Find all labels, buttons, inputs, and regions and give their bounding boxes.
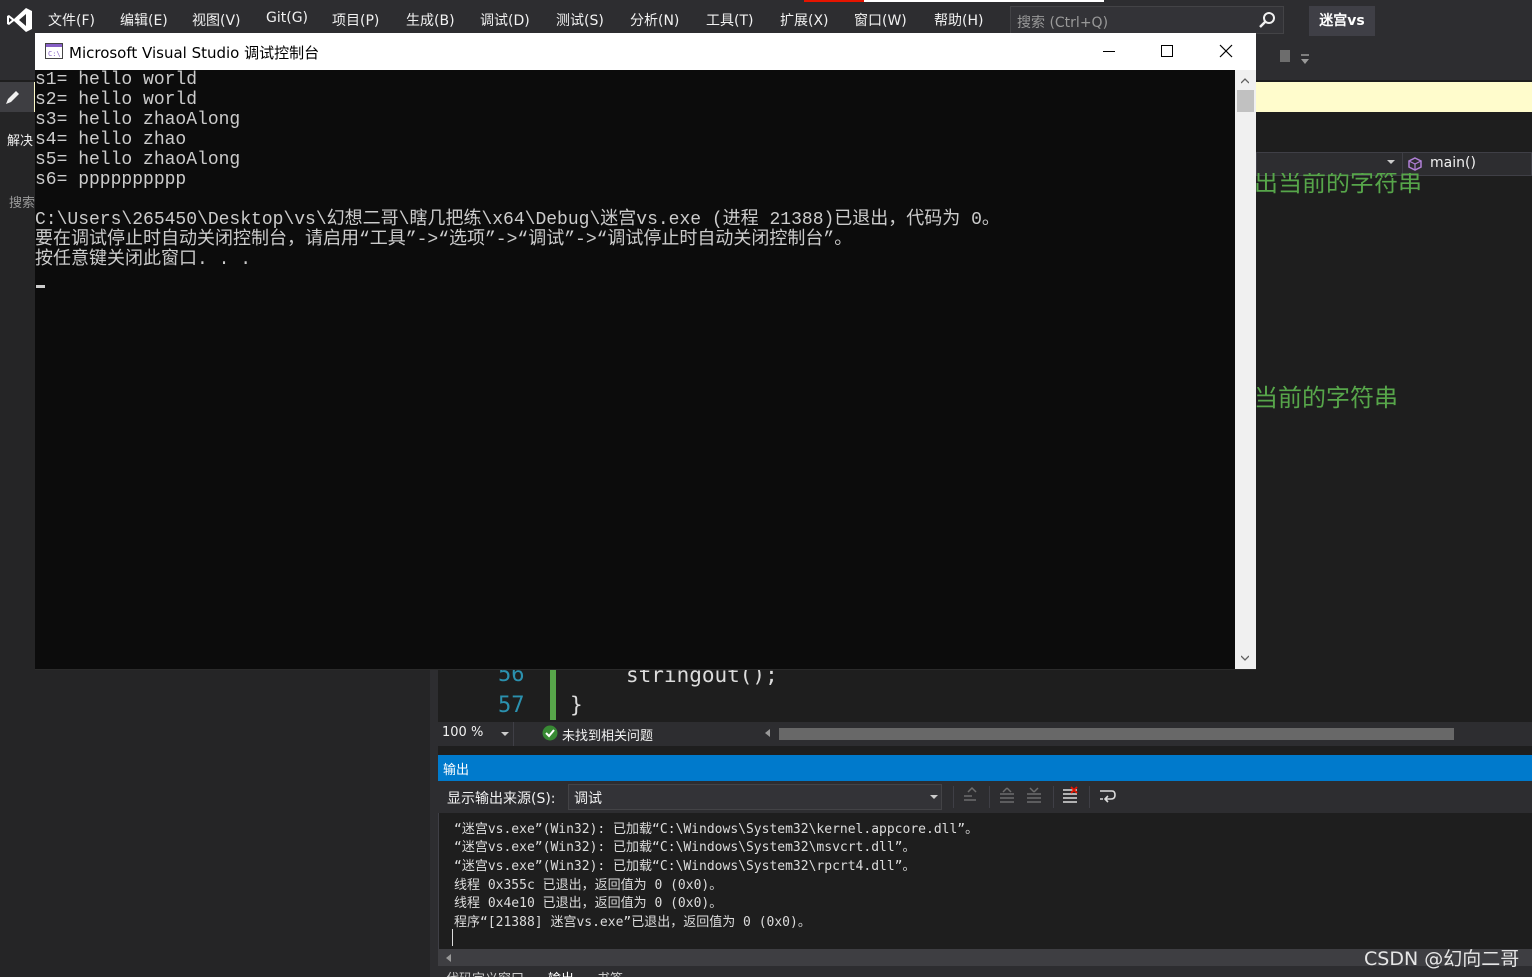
- solution-explorer-search[interactable]: 搜索: [9, 192, 35, 211]
- menu-analyze[interactable]: 分析(N): [630, 10, 679, 30]
- minimize-icon[interactable]: [1080, 33, 1138, 70]
- chevron-down-icon[interactable]: [930, 795, 938, 799]
- svg-text:C:\: C:\: [48, 50, 61, 58]
- menu-file[interactable]: 文件(F): [48, 10, 95, 30]
- text-caret: [452, 929, 453, 946]
- check-circle-icon: [542, 725, 558, 741]
- function-icon: [1408, 157, 1422, 171]
- menu-edit[interactable]: 编辑(E): [120, 10, 168, 30]
- menu-tools[interactable]: 工具(T): [706, 10, 753, 30]
- toolbar-separator: [989, 786, 990, 808]
- output-line: 程序“[21388] 迷宫vs.exe”已退出，返回值为 0 (0x0)。: [454, 915, 811, 930]
- tab-bookmarks[interactable]: 书签: [597, 968, 623, 977]
- console-vertical-scrollbar[interactable]: [1235, 70, 1256, 669]
- solution-name-badge: 迷宫vs: [1309, 6, 1375, 36]
- output-line: “迷宫vs.exe”(Win32): 已加载“C:\Windows\System…: [454, 822, 979, 837]
- close-icon[interactable]: [1197, 33, 1255, 70]
- current-function-name: main(): [1430, 155, 1476, 171]
- solution-explorer-title: 解决: [7, 134, 34, 149]
- output-source-value[interactable]: 调试: [574, 788, 602, 808]
- visual-studio-logo-icon[interactable]: [6, 6, 34, 34]
- console-line: C:\Users\265450\Desktop\vs\幻想二哥\瞎几把练\x64…: [35, 210, 1000, 230]
- console-cursor: [36, 285, 45, 288]
- output-panel-header[interactable]: [438, 755, 1532, 781]
- bookmark-icon[interactable]: [1278, 49, 1292, 65]
- csdn-watermark: CSDN @幻向二哥: [1364, 948, 1520, 970]
- find-next-icon[interactable]: [1024, 786, 1044, 806]
- console-title: Microsoft Visual Studio 调试控制台: [69, 44, 320, 62]
- clear-all-icon[interactable]: [1060, 786, 1080, 806]
- issues-status[interactable]: 未找到相关问题: [562, 725, 653, 744]
- output-source-label: 显示输出来源(S):: [447, 791, 556, 807]
- output-panel-title: 输出: [443, 763, 470, 778]
- menu-test[interactable]: 测试(S): [556, 10, 604, 30]
- console-line: 按任意键关闭此窗口. . .: [35, 250, 252, 270]
- chevron-down-icon[interactable]: [501, 732, 509, 736]
- tab-output[interactable]: 输出: [548, 968, 574, 977]
- code-line[interactable]: }: [570, 693, 583, 717]
- scroll-left-icon[interactable]: [446, 954, 451, 962]
- output-line: 线程 0x355c 已退出，返回值为 0 (0x0)。: [454, 878, 723, 893]
- output-source-select[interactable]: [568, 784, 942, 810]
- output-line: “迷宫vs.exe”(Win32): 已加载“C:\Windows\System…: [454, 840, 916, 855]
- zoom-level[interactable]: 100 %: [442, 725, 483, 740]
- menu-debug[interactable]: 调试(D): [480, 10, 530, 30]
- nav-separator: [1402, 152, 1403, 176]
- chevron-up-icon[interactable]: [1241, 77, 1249, 85]
- search-placeholder: 搜索 (Ctrl+Q): [1017, 15, 1109, 31]
- console-line: s3= hello zhaoAlong: [35, 110, 241, 130]
- menu-build[interactable]: 生成(B): [406, 10, 455, 30]
- code-comment: 当前的字符串: [1254, 384, 1398, 412]
- menu-project[interactable]: 项目(P): [332, 10, 379, 30]
- menu-extensions[interactable]: 扩展(X): [780, 10, 829, 30]
- title-accent-red: [804, 0, 864, 2]
- menu-git[interactable]: Git(G): [266, 10, 308, 26]
- console-line: s4= hello zhao: [35, 130, 187, 150]
- chevron-down-icon[interactable]: [1241, 654, 1249, 662]
- tab-code-definition[interactable]: 代码定义窗口: [446, 968, 524, 977]
- toolbar-separator: [1053, 786, 1054, 808]
- menu-window[interactable]: 窗口(W): [854, 10, 907, 30]
- toolbar-separator: [953, 786, 954, 808]
- output-line: 线程 0x4e10 已退出，返回值为 0 (0x0)。: [454, 896, 723, 911]
- go-to-previous-message-icon[interactable]: [960, 786, 980, 806]
- output-line: “迷宫vs.exe”(Win32): 已加载“C:\Windows\System…: [454, 859, 916, 874]
- console-line: 要在调试停止时自动关闭控制台，请启用“工具”->“选项”->“调试”->“调试停…: [35, 230, 853, 250]
- member-navigation-bar[interactable]: [1256, 152, 1532, 176]
- find-previous-icon[interactable]: [997, 786, 1017, 806]
- console-line: s6= pppppppppp: [35, 170, 187, 190]
- chevron-down-icon[interactable]: [1387, 160, 1395, 164]
- pencil-icon[interactable]: [4, 88, 22, 106]
- horizontal-scrollbar[interactable]: [779, 728, 1454, 740]
- word-wrap-icon[interactable]: [1097, 786, 1117, 806]
- toolbar-separator: [1089, 786, 1090, 808]
- search-input[interactable]: 搜索 (Ctrl+Q): [1010, 6, 1284, 34]
- console-line: s5= hello zhaoAlong: [35, 150, 241, 170]
- console-line: s2= hello world: [35, 90, 198, 110]
- title-accent-white: [864, 0, 1104, 2]
- search-icon[interactable]: [1257, 10, 1277, 30]
- console-app-icon: C:\: [45, 43, 63, 59]
- toolbar-overflow-icon[interactable]: [1298, 52, 1312, 66]
- console-scroll-thumb[interactable]: [1237, 90, 1254, 112]
- maximize-icon[interactable]: [1138, 33, 1196, 70]
- line-number: 57: [498, 693, 525, 718]
- scroll-left-icon[interactable]: [765, 729, 770, 737]
- console-line: s1= hello world: [35, 70, 198, 90]
- menu-view[interactable]: 视图(V): [192, 10, 241, 30]
- menu-help[interactable]: 帮助(H): [934, 10, 983, 30]
